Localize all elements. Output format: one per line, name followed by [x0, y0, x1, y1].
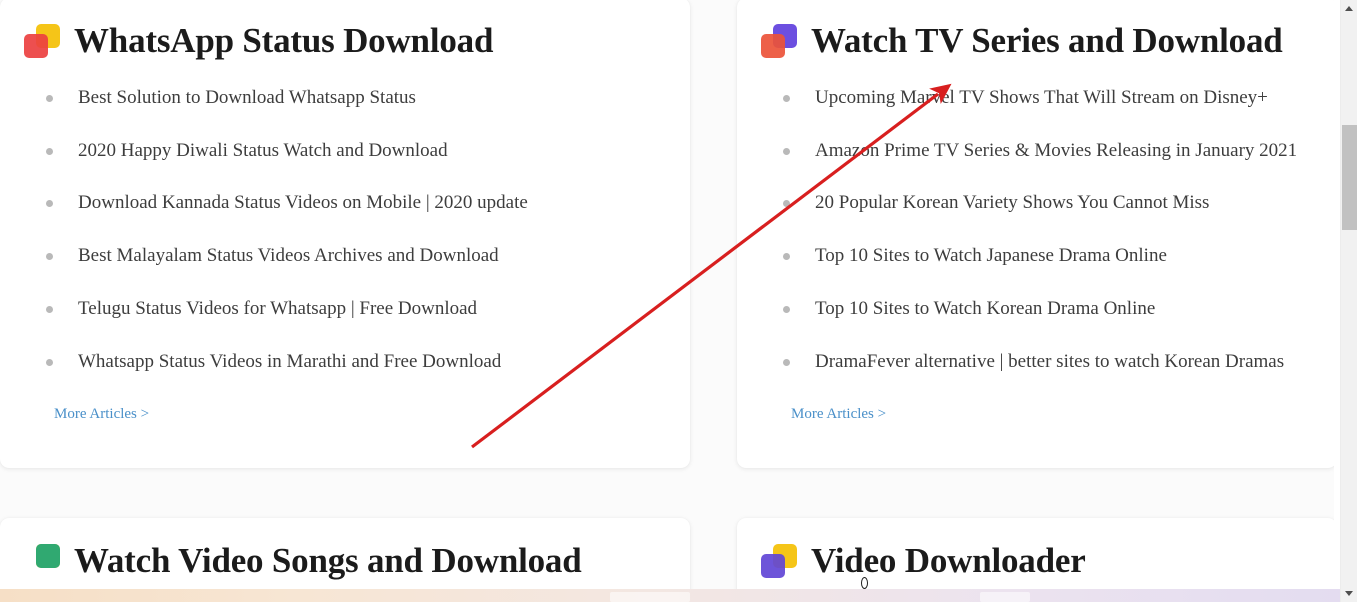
- card-header: WhatsApp Status Download: [22, 22, 668, 60]
- chevron-down-icon: [1345, 591, 1353, 596]
- list-item[interactable]: Top 10 Sites to Watch Japanese Drama Onl…: [783, 244, 1315, 268]
- chevron-up-icon: [1345, 6, 1353, 11]
- more-articles-link[interactable]: More Articles >: [54, 406, 149, 423]
- card-watch-tv-series-and-download[interactable]: Watch TV Series and Download Upcoming Ma…: [737, 0, 1337, 468]
- card-header: Video Downloader: [759, 542, 1315, 580]
- list-item[interactable]: Best Malayalam Status Videos Archives an…: [46, 244, 668, 268]
- text-cursor-artifact: [861, 577, 868, 589]
- article-link[interactable]: Best Malayalam Status Videos Archives an…: [78, 245, 499, 266]
- list-item[interactable]: 2020 Happy Diwali Status Watch and Downl…: [46, 139, 668, 163]
- article-link[interactable]: Top 10 Sites to Watch Japanese Drama Onl…: [815, 245, 1167, 266]
- article-link[interactable]: Amazon Prime TV Series & Movies Releasin…: [815, 140, 1297, 161]
- bottom-section-peek: [0, 589, 1357, 602]
- band-chip: [980, 592, 1030, 602]
- band-chip: [610, 592, 690, 602]
- article-link[interactable]: DramaFever alternative | better sites to…: [815, 351, 1284, 372]
- article-link[interactable]: Top 10 Sites to Watch Korean Drama Onlin…: [815, 298, 1155, 319]
- card-title: WhatsApp Status Download: [74, 21, 494, 60]
- list-item[interactable]: Download Kannada Status Videos on Mobile…: [46, 191, 668, 215]
- square-front: [761, 553, 785, 578]
- article-link[interactable]: Telugu Status Videos for Whatsapp | Free…: [78, 298, 477, 319]
- list-item[interactable]: Best Solution to Download Whatsapp Statu…: [46, 86, 668, 110]
- overlapping-squares-icon: [24, 543, 60, 578]
- article-link[interactable]: Download Kannada Status Videos on Mobile…: [78, 192, 528, 213]
- square-front: [761, 33, 785, 58]
- square-front: [24, 33, 48, 58]
- article-card-grid: WhatsApp Status Download Best Solution t…: [0, 0, 1340, 602]
- list-item[interactable]: Telugu Status Videos for Whatsapp | Free…: [46, 297, 668, 321]
- list-item[interactable]: Upcoming Marvel TV Shows That Will Strea…: [783, 86, 1315, 110]
- vertical-scrollbar[interactable]: [1340, 0, 1357, 602]
- list-item[interactable]: Whatsapp Status Videos in Marathi and Fr…: [46, 350, 668, 374]
- article-link[interactable]: 2020 Happy Diwali Status Watch and Downl…: [78, 140, 448, 161]
- overlapping-squares-icon: [24, 23, 60, 58]
- scroll-down-button[interactable]: [1341, 585, 1357, 602]
- card-title: Watch TV Series and Download: [811, 21, 1283, 60]
- list-item[interactable]: Top 10 Sites to Watch Korean Drama Onlin…: [783, 297, 1315, 321]
- card-title: Video Downloader: [811, 541, 1086, 580]
- card-title: Watch Video Songs and Download: [74, 541, 582, 580]
- overlapping-squares-icon: [761, 543, 797, 578]
- card-header: Watch TV Series and Download: [759, 22, 1315, 60]
- article-list: Best Solution to Download Whatsapp Statu…: [22, 86, 668, 374]
- overlapping-squares-icon: [761, 23, 797, 58]
- list-item[interactable]: Amazon Prime TV Series & Movies Releasin…: [783, 139, 1315, 163]
- scroll-up-button[interactable]: [1341, 0, 1357, 17]
- article-link[interactable]: Whatsapp Status Videos in Marathi and Fr…: [78, 351, 501, 372]
- card-whatsapp-status-download[interactable]: WhatsApp Status Download Best Solution t…: [0, 0, 690, 468]
- page-scroll-area[interactable]: WhatsApp Status Download Best Solution t…: [0, 0, 1340, 602]
- article-link[interactable]: Upcoming Marvel TV Shows That Will Strea…: [815, 87, 1268, 108]
- scrollbar-thumb[interactable]: [1342, 125, 1357, 230]
- article-list: Upcoming Marvel TV Shows That Will Strea…: [759, 86, 1315, 374]
- card-header: Watch Video Songs and Download: [22, 542, 668, 580]
- article-link[interactable]: Best Solution to Download Whatsapp Statu…: [78, 87, 416, 108]
- list-item[interactable]: 20 Popular Korean Variety Shows You Cann…: [783, 191, 1315, 215]
- square-front: [36, 543, 60, 568]
- article-link[interactable]: 20 Popular Korean Variety Shows You Cann…: [815, 192, 1209, 213]
- list-item[interactable]: DramaFever alternative | better sites to…: [783, 350, 1315, 374]
- more-articles-link[interactable]: More Articles >: [791, 406, 886, 423]
